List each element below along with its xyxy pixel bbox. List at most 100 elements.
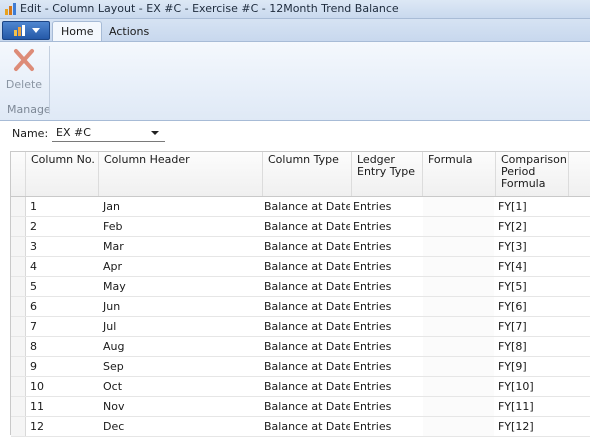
ledger-entry-type-cell[interactable]: Entries [352,357,421,376]
row-selector[interactable] [11,217,26,236]
formula-cell[interactable] [423,237,494,256]
comparison-period-formula-cell[interactable]: FY[1] [497,197,568,216]
column-type-cell[interactable]: Balance at Date [263,377,350,396]
formula-cell[interactable] [423,217,494,236]
row-selector[interactable] [11,397,26,416]
ledger-entry-type-cell[interactable]: Entries [352,237,421,256]
table-row[interactable]: 5 May Balance at Date Entries FY[5] [11,277,590,297]
ledger-entry-type-cell[interactable]: Entries [352,197,421,216]
column-no-cell[interactable]: 2 [29,217,94,236]
column-header-cell[interactable]: May [102,277,258,296]
row-selector[interactable] [11,257,26,276]
delete-button[interactable]: Delete [4,46,44,96]
comparison-period-formula-cell[interactable]: FY[8] [497,337,568,356]
ledger-entry-type-cell[interactable]: Entries [352,377,421,396]
ledger-entry-type-cell[interactable]: Entries [352,277,421,296]
ledger-entry-type-cell[interactable]: Entries [352,297,421,316]
column-type-cell[interactable]: Balance at Date [263,357,350,376]
column-type-cell[interactable]: Balance at Date [263,397,350,416]
column-no-cell[interactable]: 7 [29,317,94,336]
formula-cell[interactable] [423,397,494,416]
column-type-cell[interactable]: Balance at Date [263,337,350,356]
row-selector[interactable] [11,297,26,316]
ledger-entry-type-cell[interactable]: Entries [352,417,421,436]
formula-cell[interactable] [423,257,494,276]
table-row[interactable]: 3 Mar Balance at Date Entries FY[3] [11,237,590,257]
formula-cell[interactable] [423,277,494,296]
column-type-cell[interactable]: Balance at Date [263,297,350,316]
chevron-down-icon[interactable] [151,131,159,135]
table-row[interactable]: 1 Jan Balance at Date Entries FY[1] [11,197,590,217]
row-selector[interactable] [11,237,26,256]
column-no-cell[interactable]: 9 [29,357,94,376]
comparison-period-formula-cell[interactable]: FY[5] [497,277,568,296]
ledger-entry-type-cell[interactable]: Entries [352,257,421,276]
formula-cell[interactable] [423,197,494,216]
comparison-period-formula-cell[interactable]: FY[4] [497,257,568,276]
row-selector[interactable] [11,357,26,376]
tab-home[interactable]: Home [52,21,103,41]
table-row[interactable]: 7 Jul Balance at Date Entries FY[7] [11,317,590,337]
formula-cell[interactable] [423,377,494,396]
column-no-cell[interactable]: 3 [29,237,94,256]
column-type-cell[interactable]: Balance at Date [263,217,350,236]
column-no-cell[interactable]: 6 [29,297,94,316]
column-header-cell[interactable]: Dec [102,417,258,436]
name-dropdown[interactable]: EX #C [52,124,165,142]
column-no-cell[interactable]: 5 [29,277,94,296]
column-type-cell[interactable]: Balance at Date [263,237,350,256]
column-header-cell[interactable]: Jun [102,297,258,316]
row-selector[interactable] [11,377,26,396]
comparison-period-formula-cell[interactable]: FY[10] [497,377,568,396]
column-header-cell[interactable]: Aug [102,337,258,356]
comparison-period-formula-cell[interactable]: FY[7] [497,317,568,336]
table-row[interactable]: 8 Aug Balance at Date Entries FY[8] [11,337,590,357]
column-header-cell[interactable]: Mar [102,237,258,256]
column-no-cell[interactable]: 1 [29,197,94,216]
table-row[interactable]: 2 Feb Balance at Date Entries FY[2] [11,217,590,237]
application-menu-button[interactable] [2,21,50,40]
comparison-period-formula-cell[interactable]: FY[6] [497,297,568,316]
table-row[interactable]: 10 Oct Balance at Date Entries FY[10] [11,377,590,397]
table-row[interactable]: 11 Nov Balance at Date Entries FY[11] [11,397,590,417]
comparison-period-formula-cell[interactable]: FY[9] [497,357,568,376]
column-no-cell[interactable]: 10 [29,377,94,396]
formula-cell[interactable] [423,337,494,356]
column-no-cell[interactable]: 11 [29,397,94,416]
ledger-entry-type-header[interactable]: Ledger Entry Type [352,152,423,196]
comparison-period-formula-cell[interactable]: FY[3] [497,237,568,256]
row-selector[interactable] [11,337,26,356]
column-type-cell[interactable]: Balance at Date [263,417,350,436]
comparison-period-formula-cell[interactable]: FY[12] [497,417,568,436]
row-selector[interactable] [11,417,26,436]
tab-actions[interactable]: Actions [101,22,157,41]
row-selector[interactable] [11,317,26,336]
column-no-cell[interactable]: 12 [29,417,94,436]
comparison-period-formula-cell[interactable]: FY[2] [497,217,568,236]
column-type-cell[interactable]: Balance at Date [263,197,350,216]
column-header-cell[interactable]: Feb [102,217,258,236]
column-header-cell[interactable]: Sep [102,357,258,376]
formula-cell[interactable] [423,297,494,316]
comparison-period-formula-header[interactable]: Comparison Period Formula [496,152,569,196]
column-no-header[interactable]: Column No. [26,152,99,196]
table-row[interactable]: 9 Sep Balance at Date Entries FY[9] [11,357,590,377]
table-row[interactable]: 6 Jun Balance at Date Entries FY[6] [11,297,590,317]
table-row[interactable]: 12 Dec Balance at Date Entries FY[12] [11,417,590,437]
column-type-cell[interactable]: Balance at Date [263,257,350,276]
ledger-entry-type-cell[interactable]: Entries [352,397,421,416]
column-header-cell[interactable]: Oct [102,377,258,396]
column-type-cell[interactable]: Balance at Date [263,317,350,336]
table-row[interactable]: 4 Apr Balance at Date Entries FY[4] [11,257,590,277]
formula-header[interactable]: Formula [423,152,496,196]
ledger-entry-type-cell[interactable]: Entries [352,317,421,336]
row-selector[interactable] [11,277,26,296]
column-type-cell[interactable]: Balance at Date [263,277,350,296]
column-header-cell[interactable]: Jan [102,197,258,216]
column-type-header[interactable]: Column Type [263,152,352,196]
ledger-entry-type-cell[interactable]: Entries [352,337,421,356]
column-header-cell[interactable]: Jul [102,317,258,336]
column-header-cell[interactable]: Nov [102,397,258,416]
formula-cell[interactable] [423,357,494,376]
column-no-cell[interactable]: 8 [29,337,94,356]
